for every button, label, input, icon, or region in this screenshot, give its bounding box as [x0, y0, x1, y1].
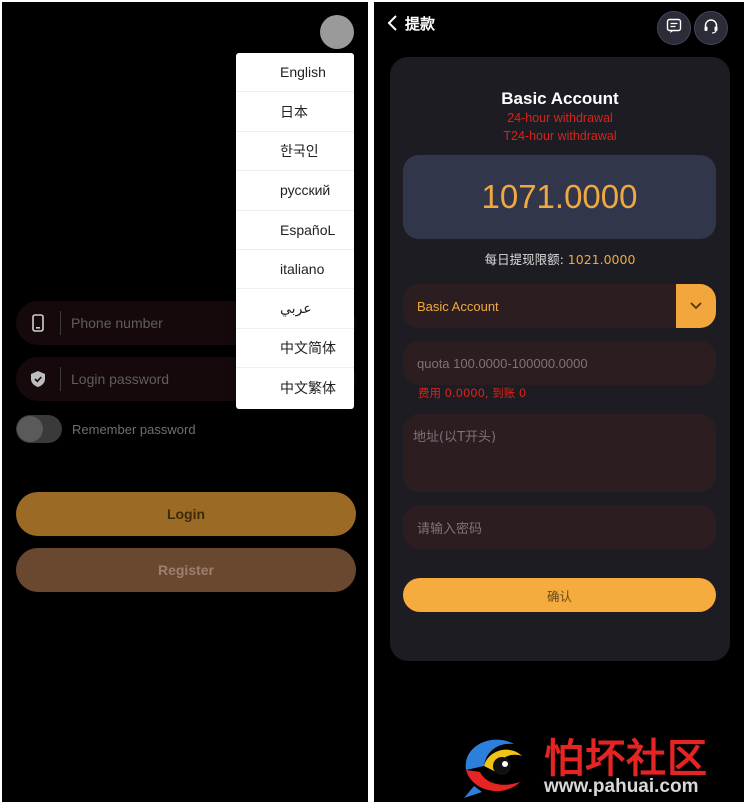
- daily-limit: 每日提现限额: 1021.0000: [390, 249, 730, 268]
- quota-input[interactable]: quota 100.0000-100000.0000: [403, 341, 716, 385]
- phone-number-placeholder: Phone number: [71, 315, 163, 331]
- password-input[interactable]: 请输入密码: [403, 505, 716, 549]
- account-select-value: Basic Account: [417, 298, 499, 314]
- daily-limit-label: 每日提现限额:: [484, 252, 564, 267]
- confirm-button[interactable]: 确认: [403, 578, 716, 612]
- watermark-logo-icon: [458, 726, 538, 806]
- language-item-chinese-simplified[interactable]: 中文简体: [236, 329, 354, 369]
- remember-password-toggle[interactable]: [16, 415, 62, 443]
- daily-limit-value: 1021.0000: [567, 252, 636, 267]
- watermark-url: www.pahuai.com: [544, 776, 699, 797]
- phone-icon: [16, 314, 60, 332]
- language-menu: English 日本 한국인 русский EspañoL italiano …: [236, 53, 354, 409]
- language-item-korean[interactable]: 한국인: [236, 132, 354, 172]
- shield-icon: [16, 371, 60, 387]
- login-button[interactable]: Login: [16, 492, 356, 536]
- account-select[interactable]: Basic Account: [403, 284, 716, 328]
- language-item-spanish[interactable]: EspañoL: [236, 211, 354, 250]
- withdrawal-note-2: T24-hour withdrawal: [503, 129, 617, 143]
- headset-icon: [703, 18, 719, 38]
- address-input[interactable]: 地址(以T开头): [403, 414, 716, 492]
- toggle-knob: [17, 416, 43, 442]
- chevron-down-icon[interactable]: [676, 284, 716, 328]
- remember-password-label: Remember password: [72, 422, 196, 437]
- language-item-russian[interactable]: русский: [236, 171, 354, 211]
- language-toggle-button[interactable]: [320, 15, 354, 49]
- balance-value: 1071.0000: [481, 178, 638, 215]
- page-title: 提款: [405, 15, 436, 33]
- withdrawal-note-1: 24-hour withdrawal: [507, 111, 613, 125]
- back-arrow-icon[interactable]: [386, 14, 400, 32]
- watermark: 怕坏社区 www.pahuai.com: [458, 724, 748, 804]
- login-password-placeholder: Login password: [71, 371, 170, 387]
- message-button[interactable]: [657, 11, 691, 45]
- balance-box: 1071.0000: [403, 155, 716, 239]
- login-screen: Phone number Login password Remember pas…: [2, 2, 368, 802]
- field-separator: [60, 367, 61, 391]
- register-button[interactable]: Register: [16, 548, 356, 592]
- language-item-japanese[interactable]: 日本: [236, 92, 354, 132]
- language-item-english[interactable]: English: [236, 53, 354, 93]
- language-item-italian[interactable]: italiano: [236, 250, 354, 290]
- fee-text: 费用 0.0000, 到账 0: [418, 386, 527, 400]
- withdraw-card: Basic Account 24-hour withdrawal T24-hou…: [390, 57, 730, 661]
- message-icon: [666, 18, 682, 38]
- account-title: Basic Account: [501, 89, 619, 108]
- language-item-arabic[interactable]: عربي: [236, 289, 354, 329]
- withdraw-screen: 提款 Basic Account 24-hour withdrawal T24-…: [374, 2, 744, 802]
- support-button[interactable]: [694, 11, 728, 45]
- field-separator: [60, 311, 61, 335]
- language-item-chinese-traditional[interactable]: 中文繁体: [236, 368, 354, 407]
